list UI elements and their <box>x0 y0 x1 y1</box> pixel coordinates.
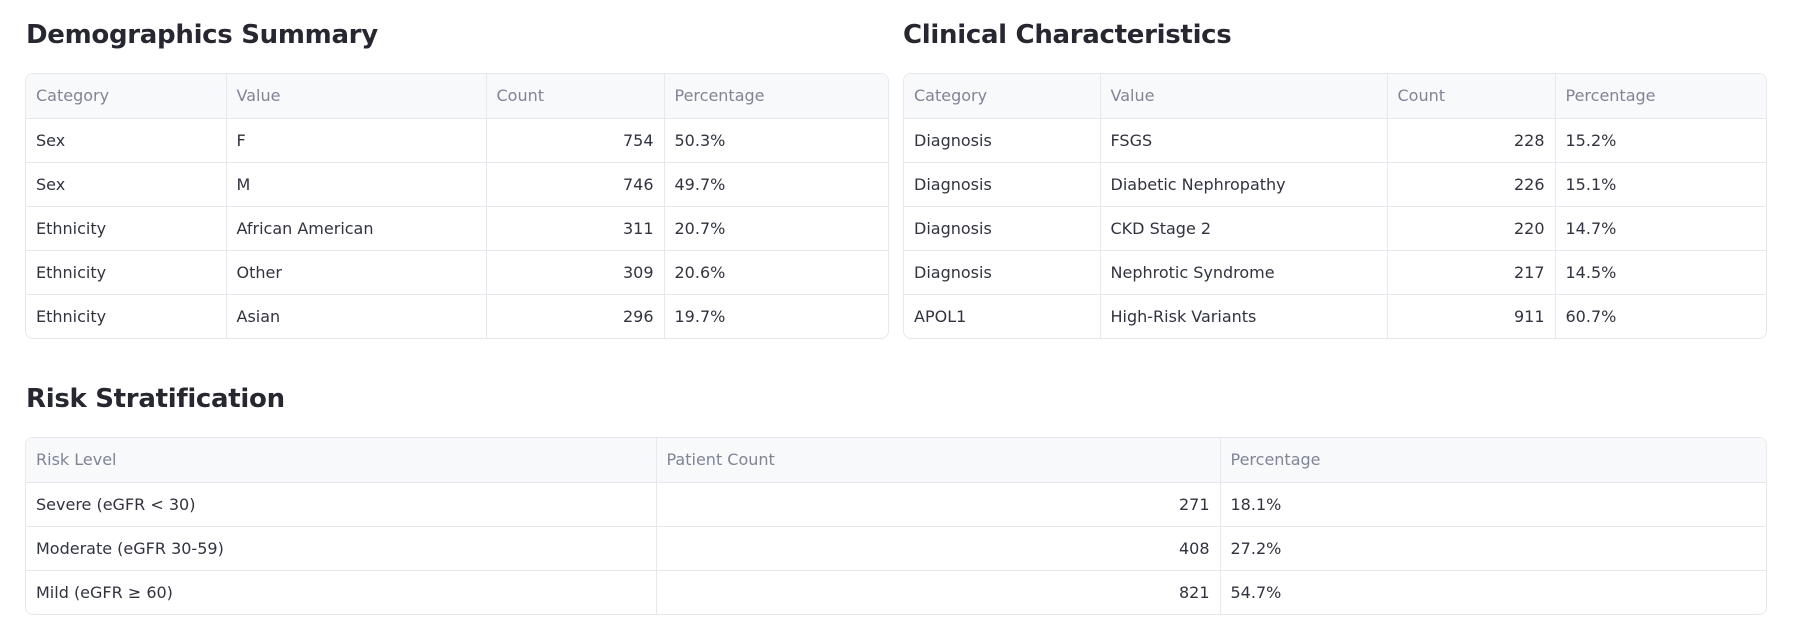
cell-risk-level: Severe (eGFR < 30) <box>26 482 657 527</box>
cell-value: High-Risk Variants <box>1100 294 1388 338</box>
column-header-category[interactable]: Category <box>26 74 227 119</box>
risk-title: Risk Stratification <box>26 384 285 414</box>
table-row[interactable]: Mild (eGFR ≥ 60) 821 54.7% <box>26 570 1766 614</box>
cell-percentage: 18.1% <box>1220 482 1766 527</box>
cell-category: Sex <box>26 118 227 163</box>
cell-percentage: 14.7% <box>1555 206 1766 251</box>
column-header-patient-count[interactable]: Patient Count <box>656 438 1221 483</box>
cell-patient-count: 821 <box>656 570 1221 614</box>
cell-count: 309 <box>486 250 665 295</box>
cell-value: African American <box>226 206 487 251</box>
column-header-value[interactable]: Value <box>1100 74 1388 119</box>
cell-percentage: 60.7% <box>1565 306 1617 326</box>
table-row[interactable]: Moderate (eGFR 30-59) 408 27.2% <box>26 526 1766 571</box>
cell-percentage: 15.1% <box>1555 162 1766 207</box>
table-row[interactable]: Diagnosis Diabetic Nephropathy 226 15.1% <box>904 162 1766 207</box>
cell-count: 217 <box>1387 250 1556 295</box>
cell-category: APOL1 <box>904 294 1101 338</box>
cell-percentage: 19.7% <box>674 306 726 326</box>
cell-percentage: 20.6% <box>664 250 888 295</box>
table-row[interactable]: Diagnosis CKD Stage 2 220 14.7% <box>904 206 1766 251</box>
column-header-value[interactable]: Value <box>226 74 487 119</box>
cell-category: Ethnicity <box>26 250 227 295</box>
cell-value: F <box>226 118 487 163</box>
cell-category: Diagnosis <box>904 206 1101 251</box>
cell-category: Ethnicity <box>26 294 227 338</box>
risk-table[interactable]: Risk Level Patient Count Percentage Seve… <box>25 437 1767 615</box>
column-header-count[interactable]: Count <box>1387 74 1556 119</box>
table-header-row: Category Value Count Percentage <box>26 74 888 119</box>
cell-value: CKD Stage 2 <box>1100 206 1388 251</box>
cell-count: 296 <box>486 294 665 338</box>
table-row[interactable]: Diagnosis Nephrotic Syndrome 217 14.5% <box>904 250 1766 295</box>
cell-percentage: 50.3% <box>664 118 888 163</box>
column-header-percentage[interactable]: Percentage <box>664 74 888 119</box>
cell-category: Diagnosis <box>904 250 1101 295</box>
table-row[interactable]: Ethnicity Asian 296 19.7% <box>26 294 888 338</box>
cell-value: M <box>226 162 487 207</box>
cell-value: Nephrotic Syndrome <box>1100 250 1388 295</box>
cell-category: Sex <box>26 162 227 207</box>
cell-count: 226 <box>1387 162 1556 207</box>
column-header-risk-level[interactable]: Risk Level <box>26 438 657 483</box>
cell-category: Diagnosis <box>904 162 1101 207</box>
cell-count: 754 <box>486 118 665 163</box>
clinical-table[interactable]: Category Value Count Percentage Diagnosi… <box>903 73 1767 339</box>
cell-value: Other <box>226 250 487 295</box>
table-header-row: Risk Level Patient Count Percentage <box>26 438 1766 483</box>
cell-risk-level: Moderate (eGFR 30-59) <box>26 526 657 571</box>
cell-value: Asian <box>226 294 487 338</box>
cell-category: Diagnosis <box>904 118 1101 163</box>
cell-percentage: 49.7% <box>664 162 888 207</box>
cell-value: Diabetic Nephropathy <box>1100 162 1388 207</box>
table-row[interactable]: Sex M 746 49.7% <box>26 162 888 207</box>
table-header-row: Category Value Count Percentage <box>904 74 1766 119</box>
cell-count: 311 <box>486 206 665 251</box>
cell-count: 228 <box>1387 118 1556 163</box>
cell-percentage: 15.2% <box>1555 118 1766 163</box>
cell-category: Ethnicity <box>26 206 227 251</box>
table-row[interactable]: Diagnosis FSGS 228 15.2% <box>904 118 1766 163</box>
column-header-category[interactable]: Category <box>904 74 1101 119</box>
column-header-percentage[interactable]: Percentage <box>1220 438 1766 483</box>
column-header-count[interactable]: Count <box>486 74 665 119</box>
table-row[interactable]: Severe (eGFR < 30) 271 18.1% <box>26 482 1766 527</box>
cell-percentage: 14.5% <box>1555 250 1766 295</box>
table-row[interactable]: APOL1 High-Risk Variants 911 60.7% <box>904 294 1766 338</box>
cell-percentage: 27.2% <box>1220 526 1766 571</box>
column-header-percentage[interactable]: Percentage <box>1555 74 1766 119</box>
cell-risk-level: Mild (eGFR ≥ 60) <box>26 570 657 614</box>
cell-patient-count: 408 <box>656 526 1221 571</box>
demographics-table[interactable]: Category Value Count Percentage Sex F 75… <box>25 73 889 339</box>
cell-percentage: 54.7% <box>1230 582 1282 602</box>
cell-value: FSGS <box>1100 118 1388 163</box>
table-row[interactable]: Ethnicity African American 311 20.7% <box>26 206 888 251</box>
cell-percentage: 20.7% <box>664 206 888 251</box>
cell-count: 220 <box>1387 206 1556 251</box>
cell-patient-count: 271 <box>656 482 1221 527</box>
table-row[interactable]: Ethnicity Other 309 20.6% <box>26 250 888 295</box>
cell-count: 911 <box>1387 294 1556 338</box>
cell-count: 746 <box>486 162 665 207</box>
clinical-title: Clinical Characteristics <box>903 20 1232 50</box>
table-row[interactable]: Sex F 754 50.3% <box>26 118 888 163</box>
demographics-title: Demographics Summary <box>26 20 378 50</box>
